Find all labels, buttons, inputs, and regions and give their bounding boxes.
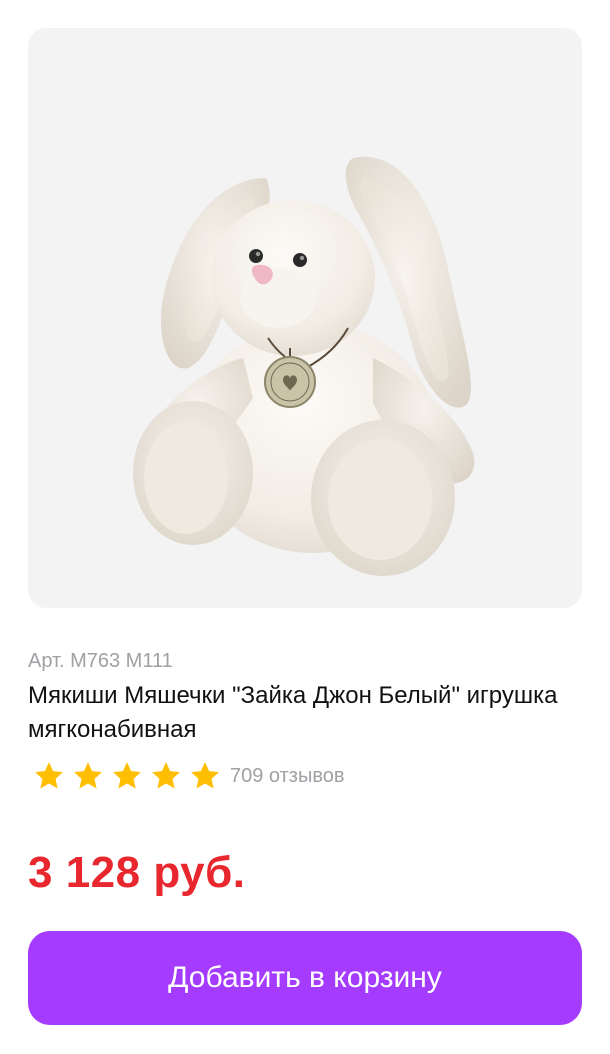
product-title: Мякиши Мяшечки "Зайка Джон Белый" игрушк…	[28, 682, 558, 743]
product-image	[133, 156, 475, 576]
star-icon	[113, 762, 141, 789]
star-icon	[35, 762, 63, 789]
product-image-card[interactable]	[28, 28, 582, 608]
star-icon	[74, 762, 102, 789]
star-icon	[191, 762, 219, 789]
star-icon	[152, 762, 180, 789]
add-to-cart-button[interactable]: Добавить в корзину	[28, 931, 582, 1025]
product-price: 3 128 руб.	[28, 848, 246, 897]
article-number: Арт. М763 М111	[28, 650, 173, 672]
rating-row[interactable]: 709 отзывов	[32, 757, 344, 795]
reviews-link[interactable]: 709 отзывов	[230, 765, 344, 788]
